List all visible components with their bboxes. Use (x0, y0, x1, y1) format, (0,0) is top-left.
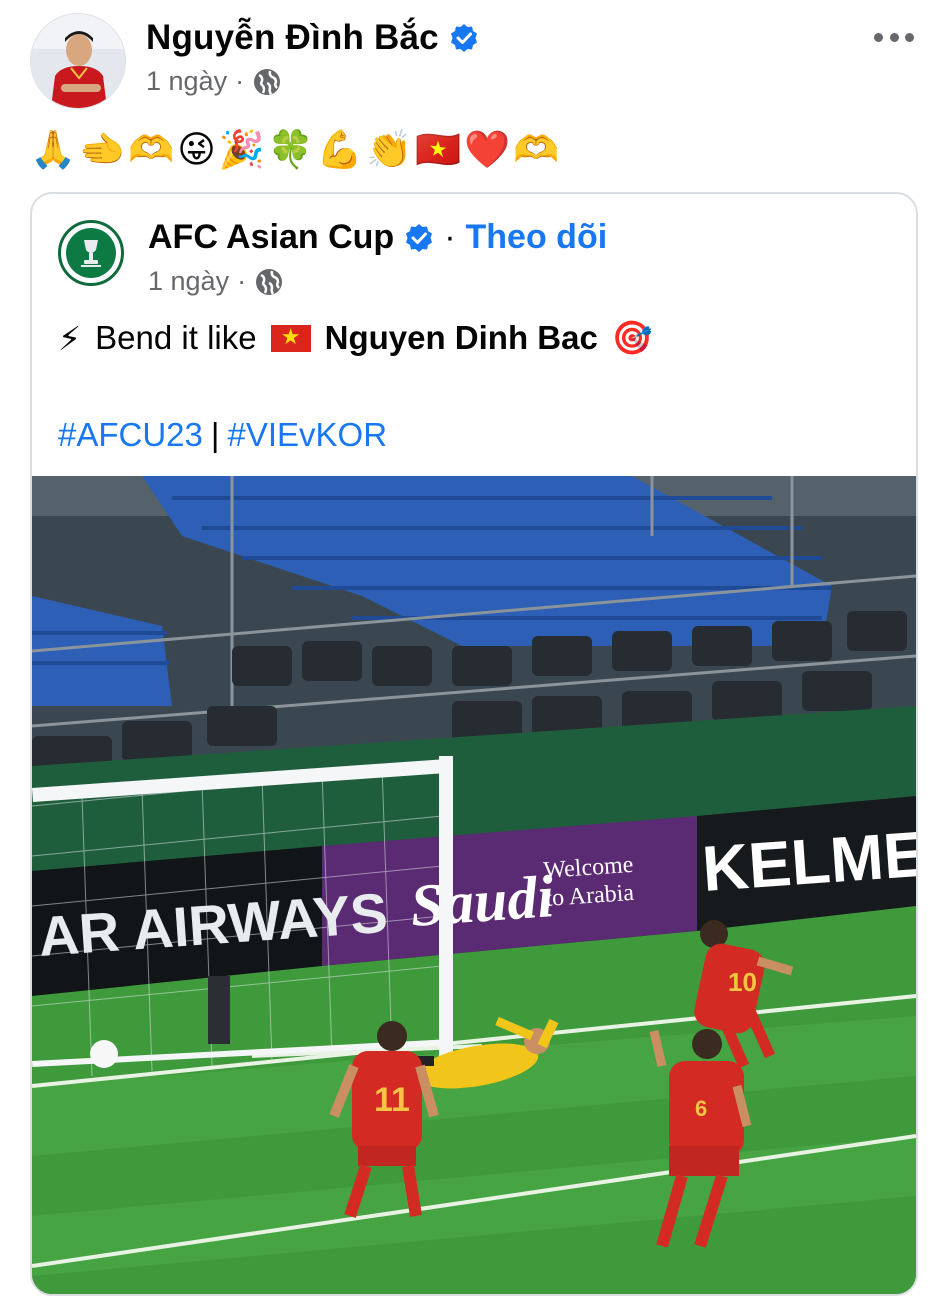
ball (90, 1040, 118, 1068)
more-dot (874, 32, 883, 42)
author-name[interactable]: Nguyễn Đình Bắc (146, 18, 439, 58)
hashtag-link[interactable]: #VIEvKOR (227, 416, 387, 453)
player-number: 6 (695, 1096, 707, 1121)
video-frame-image: AR AIRWAYS Saudi Welcome to Arabia KELME (32, 476, 916, 1294)
globe-icon (256, 268, 283, 295)
shared-post-text-name: Nguyen Dinh Bac (324, 319, 598, 356)
player-number: 11 (374, 1081, 410, 1119)
post-meta: 1 ngày · (146, 66, 282, 97)
page-name-row: AFC Asian Cup · Theo dõi (148, 218, 607, 257)
video-player[interactable]: AR AIRWAYS Saudi Welcome to Arabia KELME (32, 476, 916, 1294)
shared-post-meta: 1 ngày · (148, 266, 284, 297)
ad-board-saudi-brand: Saudi (408, 863, 556, 939)
follow-button[interactable]: Theo dõi (466, 218, 608, 257)
post-header: Nguyễn Đình Bắc 1 ngày · (0, 0, 946, 120)
lightning-emoji: ⚡ (58, 318, 82, 358)
post-time[interactable]: 1 ngày (146, 66, 227, 97)
post-text-emojis: 🙏🫲🫶😜🎉🍀💪👏🇻🇳❤️🫶 (30, 128, 563, 171)
more-options-button[interactable] (874, 30, 914, 44)
target-emoji: 🎯 (611, 318, 653, 357)
hashtag-link[interactable]: #AFCU23 (58, 416, 203, 453)
page-name[interactable]: AFC Asian Cup (148, 218, 394, 257)
name-separator: · (444, 218, 456, 256)
hashtags: #AFCU23 | #VIEvKOR (58, 416, 387, 454)
more-dot (889, 32, 899, 42)
hashtag-separator: | (210, 416, 220, 453)
meta-separator: · (235, 66, 245, 96)
author-avatar[interactable] (30, 13, 126, 109)
author-avatar-image (31, 14, 125, 108)
page-avatar[interactable] (58, 220, 124, 286)
shared-post-text-main: Bend it like (95, 319, 257, 356)
vietnam-flag-icon (270, 323, 311, 353)
globe-icon (254, 68, 281, 95)
shared-post-card[interactable]: AFC Asian Cup · Theo dõi 1 ngày · ⚡ Bend… (30, 192, 918, 1296)
ad-board-kelme: KELME (700, 818, 916, 905)
verified-badge-icon (406, 223, 433, 252)
author-name-row: Nguyễn Đình Bắc (146, 18, 479, 58)
player-number: 10 (728, 967, 757, 997)
afc-logo-icon (66, 228, 116, 278)
meta-separator: · (237, 266, 247, 296)
more-dot (905, 32, 914, 42)
shared-post-time[interactable]: 1 ngày (148, 266, 229, 297)
trophy-icon (81, 240, 101, 267)
shared-post-text: ⚡ Bend it like Nguyen Dinh Bac 🎯 (58, 318, 653, 358)
verified-badge-icon (450, 24, 477, 52)
